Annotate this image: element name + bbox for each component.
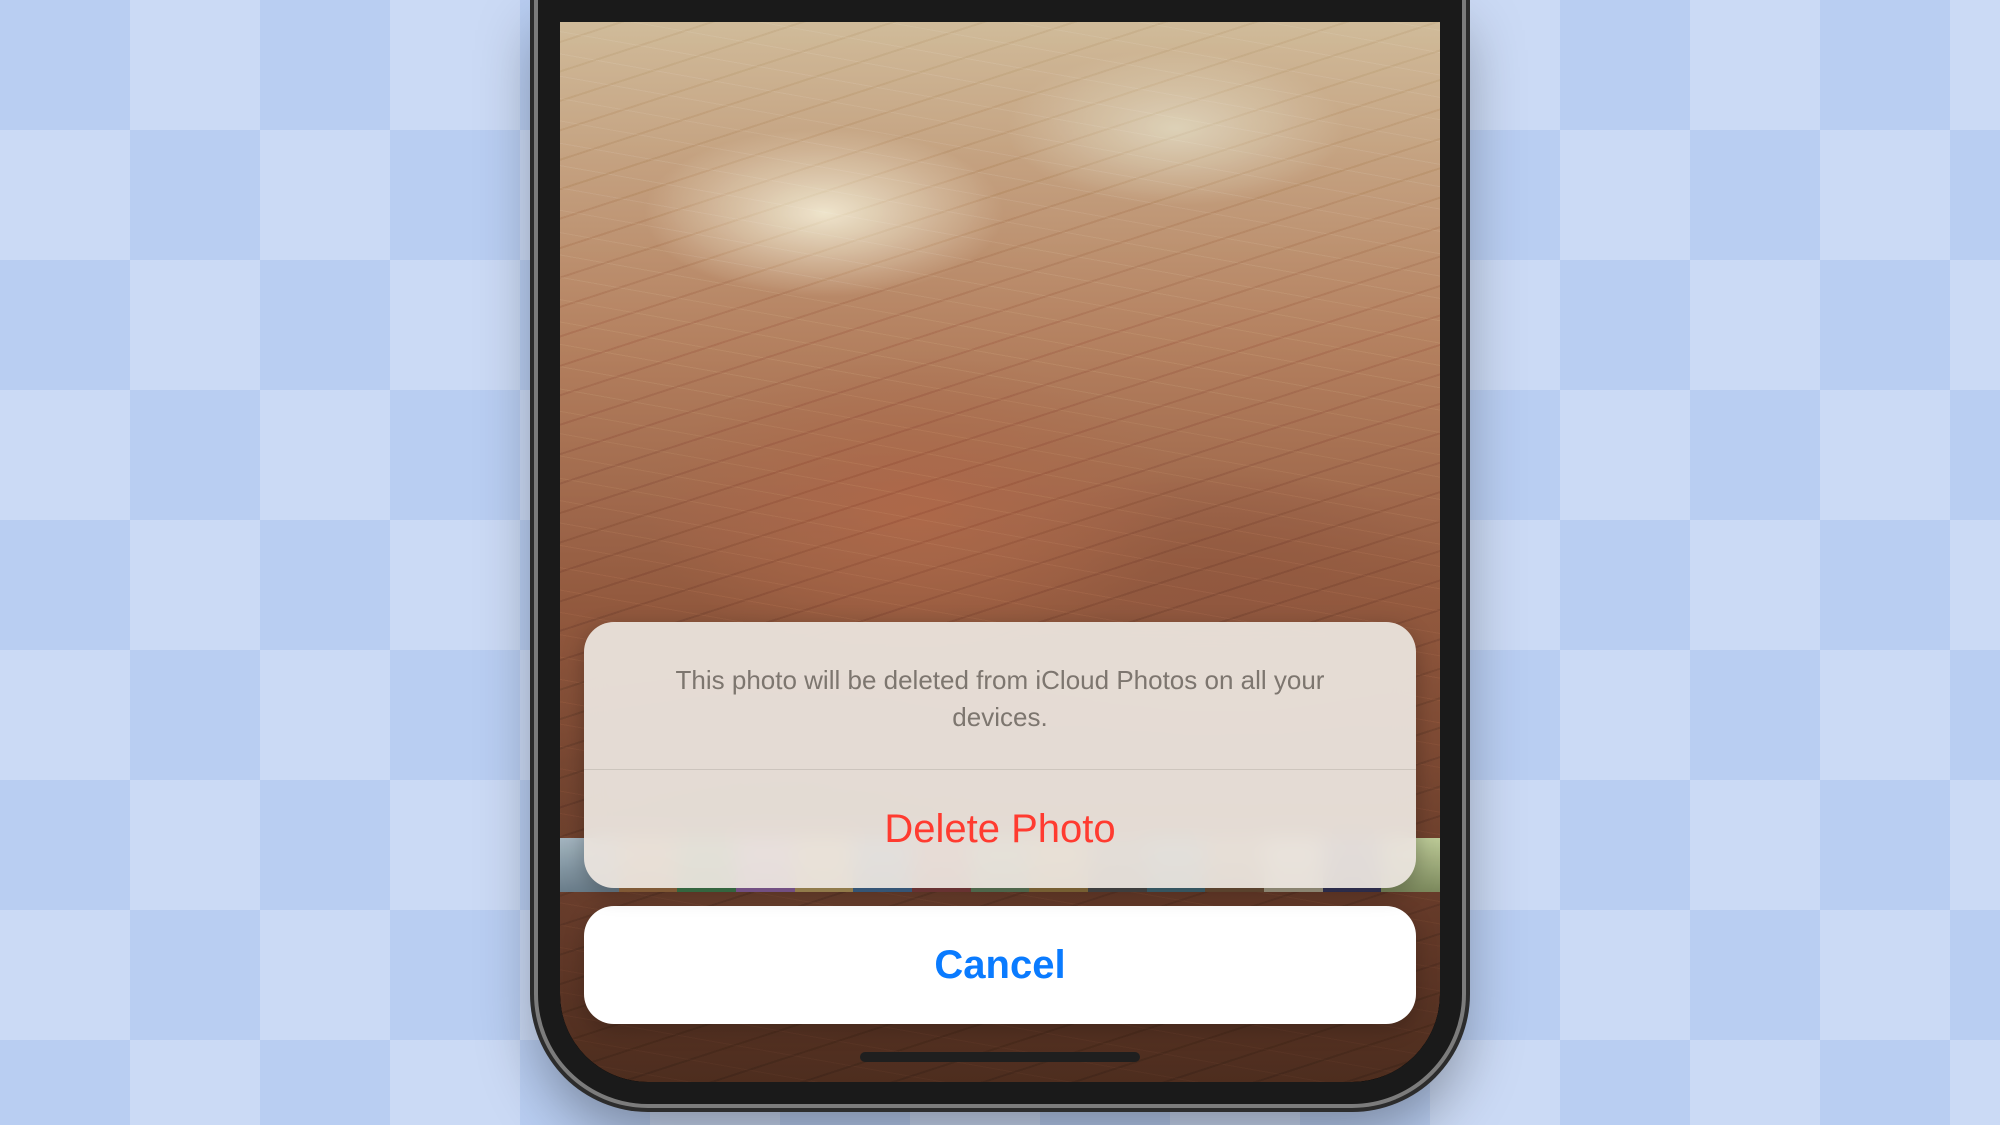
home-indicator[interactable] — [860, 1052, 1140, 1062]
cancel-button[interactable]: Cancel — [584, 906, 1416, 1024]
action-sheet-group: This photo will be deleted from iCloud P… — [584, 622, 1416, 888]
action-sheet: This photo will be deleted from iCloud P… — [584, 622, 1416, 1024]
action-sheet-message: This photo will be deleted from iCloud P… — [584, 622, 1416, 770]
phone-frame: This photo will be deleted from iCloud P… — [538, 0, 1462, 1104]
phone-screen: This photo will be deleted from iCloud P… — [560, 22, 1440, 1082]
delete-photo-button[interactable]: Delete Photo — [584, 770, 1416, 888]
